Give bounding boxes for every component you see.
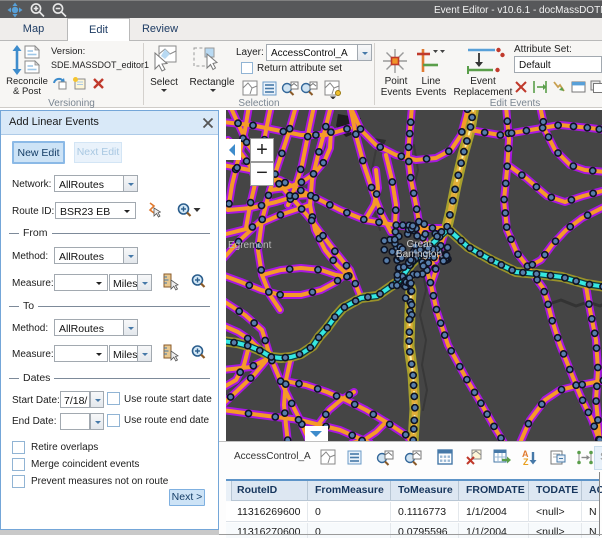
svg-text:Z: Z bbox=[523, 457, 529, 467]
svg-text:Barrington: Barrington bbox=[396, 249, 442, 260]
svg-text:Egremont: Egremont bbox=[228, 240, 272, 251]
